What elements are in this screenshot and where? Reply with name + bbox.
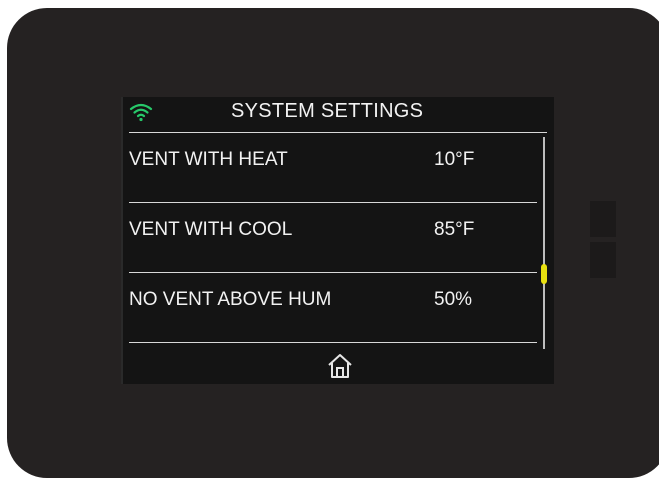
setting-value[interactable]: 85°F: [434, 219, 474, 241]
display-screen: SYSTEM SETTINGS VENT WITH HEAT 10°F VENT…: [121, 97, 554, 384]
screen-header: SYSTEM SETTINGS: [121, 97, 554, 131]
setting-label: VENT WITH HEAT: [129, 149, 288, 170]
scrollbar-thumb[interactable]: [541, 264, 547, 284]
wifi-icon: [129, 103, 153, 122]
side-button-up[interactable]: [590, 201, 616, 237]
setting-row-vent-with-heat[interactable]: VENT WITH HEAT 10°F: [121, 133, 541, 203]
home-icon[interactable]: [326, 352, 354, 380]
setting-row-no-vent-above-hum[interactable]: NO VENT ABOVE HUM 50%: [121, 273, 541, 343]
row-divider: [129, 342, 537, 343]
setting-label: VENT WITH COOL: [129, 219, 293, 240]
page-title: SYSTEM SETTINGS: [231, 100, 424, 122]
setting-label: NO VENT ABOVE HUM: [129, 289, 332, 310]
setting-value[interactable]: 50%: [434, 289, 472, 311]
scrollbar-track[interactable]: [543, 137, 545, 349]
side-button-down[interactable]: [590, 242, 616, 278]
setting-row-vent-with-cool[interactable]: VENT WITH COOL 85°F: [121, 203, 541, 273]
setting-value[interactable]: 10°F: [434, 149, 474, 171]
